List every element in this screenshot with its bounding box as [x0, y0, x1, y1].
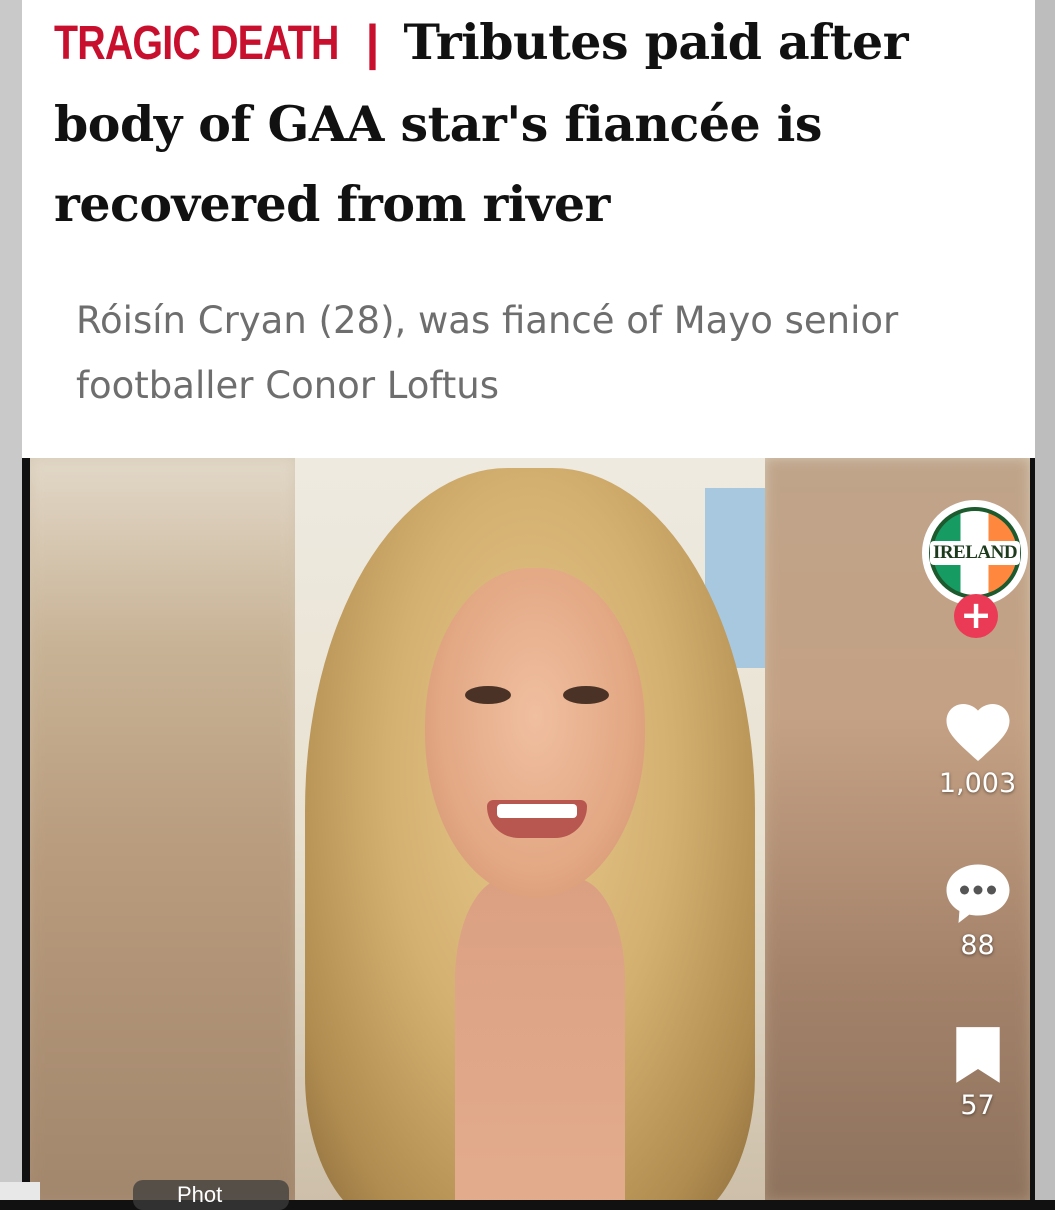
save-count: 57 — [960, 1090, 995, 1121]
ireland-badge-icon: IRELAND — [929, 507, 1021, 599]
like-button[interactable]: 1,003 — [920, 698, 1035, 799]
portrait-teeth — [497, 804, 577, 818]
subheadline: Róisín Cryan (28), was fiancé of Mayo se… — [76, 299, 899, 407]
heart-icon — [946, 704, 1009, 761]
portrait-right-eye — [563, 686, 609, 704]
creator-avatar[interactable]: IRELAND — [922, 500, 1028, 606]
portrait-neck — [455, 878, 625, 1200]
photo-chip[interactable]: Phot — [133, 1180, 289, 1210]
action-sidebar: IRELAND + 1,003 88 57 — [920, 500, 1035, 1200]
portrait-left-eye — [465, 686, 511, 704]
comment-count: 88 — [960, 930, 995, 961]
headline: TRAGIC DEATH | Tributes paid after body … — [54, 2, 984, 244]
bottom-left-fragment — [0, 1182, 40, 1200]
left-edge-bar — [0, 0, 22, 1200]
like-count: 1,003 — [938, 768, 1017, 799]
photo-chip-label: Phot — [177, 1182, 223, 1207]
kicker-label: TRAGIC DEATH — [54, 17, 339, 70]
comment-button[interactable]: 88 — [920, 860, 1035, 961]
save-button[interactable]: 57 — [920, 1024, 1035, 1121]
kicker-separator: | — [365, 16, 380, 70]
bookmark-icon — [955, 1027, 1000, 1083]
portrait-photo — [295, 458, 765, 1200]
blurred-left-panel — [30, 458, 295, 1200]
badge-text: IRELAND — [929, 541, 1021, 565]
portrait-mouth — [487, 800, 587, 838]
comment-bubble-icon — [946, 864, 1009, 923]
portrait-face — [425, 568, 645, 898]
follow-button[interactable]: + — [954, 594, 998, 638]
right-edge-bar — [1035, 0, 1055, 1200]
video-frame[interactable] — [30, 458, 1030, 1200]
article-header: TRAGIC DEATH | Tributes paid after body … — [22, 0, 1035, 458]
